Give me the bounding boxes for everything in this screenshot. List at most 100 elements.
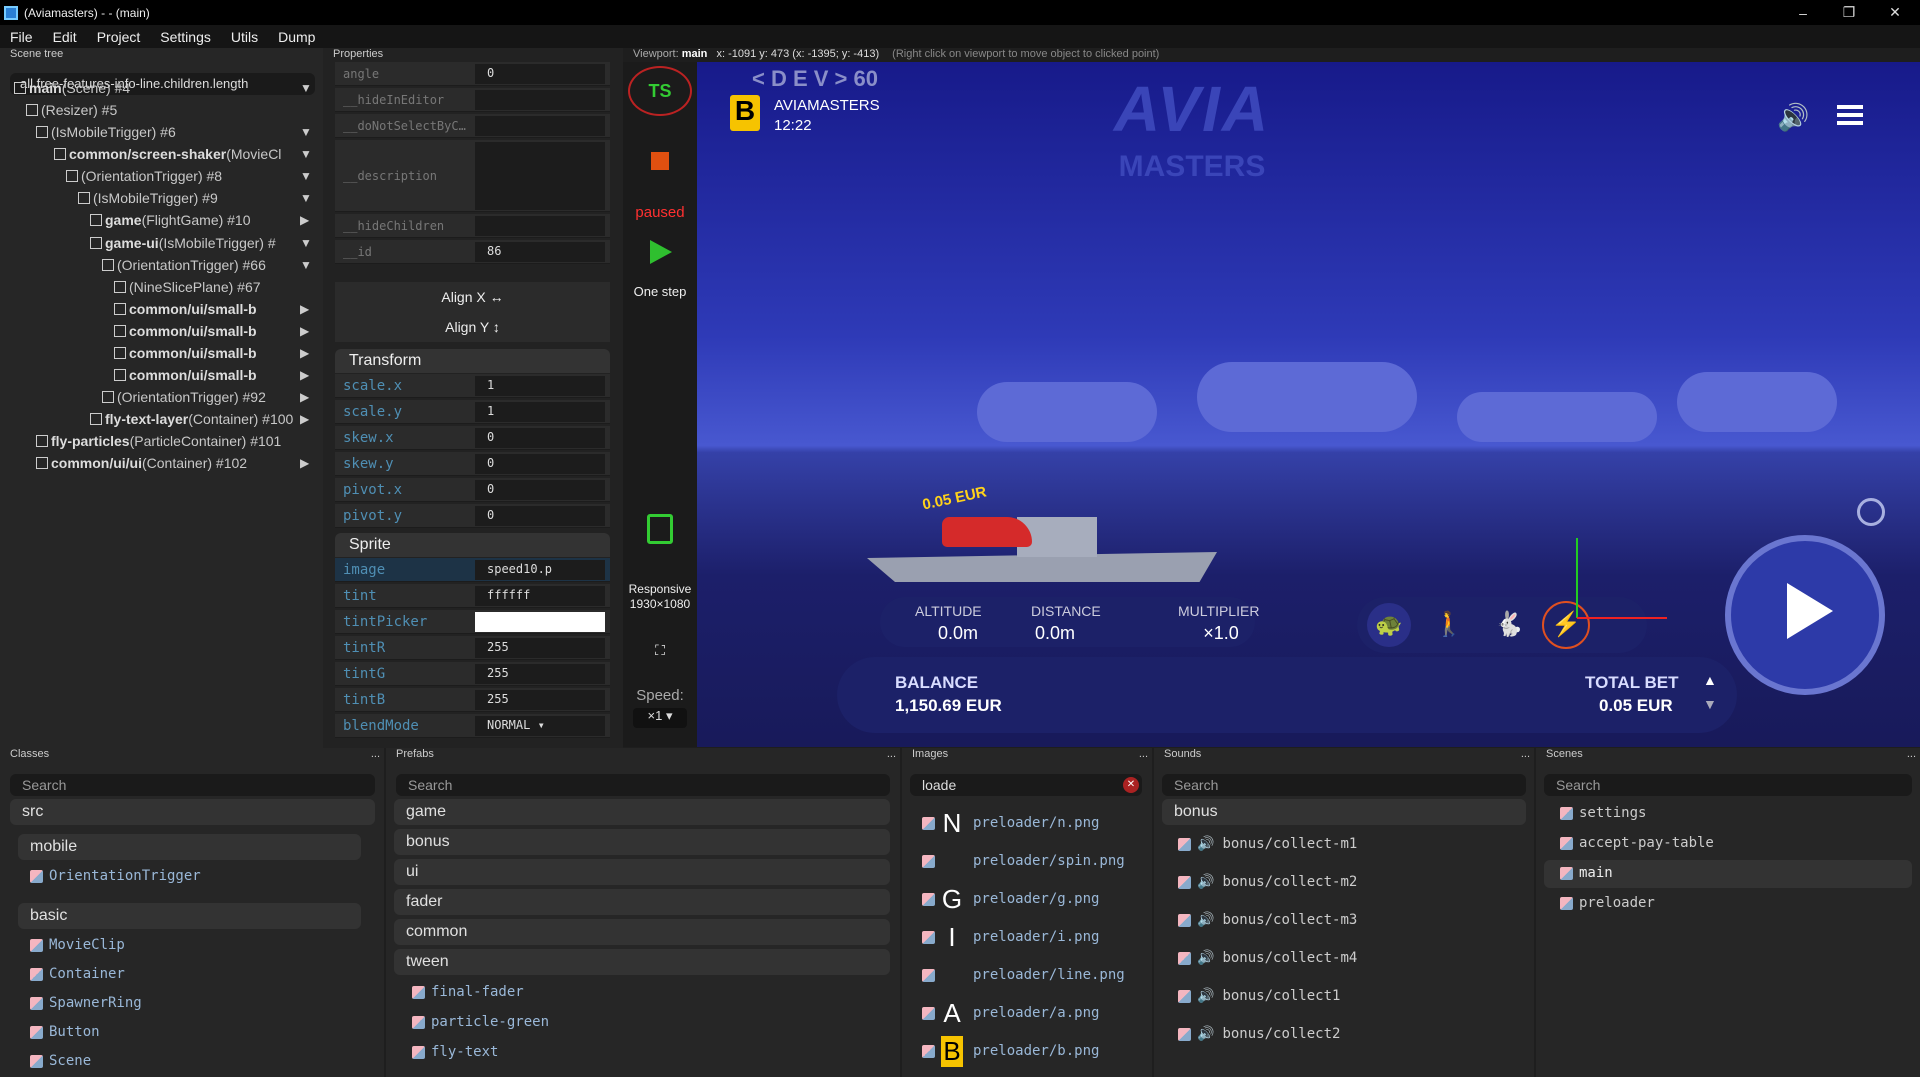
image-item[interactable]: preloader/spin.png bbox=[922, 846, 1125, 876]
scene-tree-node[interactable]: fly-text-layer (Container) #100 bbox=[90, 408, 293, 430]
images-search[interactable]: loade bbox=[910, 774, 1142, 796]
property-value-input[interactable] bbox=[475, 116, 605, 136]
scene-tree-node[interactable]: fly-particles (ParticleContainer) #101 bbox=[36, 430, 281, 452]
property-row[interactable]: skew.x 0 bbox=[335, 426, 610, 450]
speed-select[interactable]: ×1 ▾ bbox=[633, 708, 687, 728]
autoplay-icon[interactable] bbox=[1857, 498, 1885, 526]
scene-tree-node[interactable]: main (Scene) #4 bbox=[14, 77, 130, 99]
class-item[interactable]: MovieClip bbox=[30, 934, 125, 956]
gizmo-y-axis[interactable] bbox=[1576, 538, 1578, 618]
scene-tree-node[interactable]: (OrientationTrigger) #92 bbox=[102, 386, 266, 408]
property-value-input[interactable] bbox=[475, 142, 605, 210]
property-row[interactable]: image speed10.p bbox=[335, 558, 610, 582]
property-value-input[interactable]: 0 bbox=[475, 480, 605, 500]
scene-item[interactable]: settings bbox=[1560, 802, 1646, 824]
scene-item[interactable]: main bbox=[1560, 862, 1613, 884]
property-row[interactable]: __hideChildren bbox=[335, 214, 610, 238]
property-value-input[interactable] bbox=[475, 90, 605, 110]
sound-item[interactable]: 🔊 bonus/collect-m4 bbox=[1178, 947, 1357, 969]
rabbit-icon[interactable]: 🐇 bbox=[1487, 603, 1531, 647]
fullscreen-icon[interactable]: ⛶ bbox=[623, 642, 697, 659]
classes-search[interactable]: Search bbox=[10, 774, 375, 796]
sound-icon[interactable]: 🔊 bbox=[1777, 102, 1809, 133]
property-value-input[interactable]: NORMAL ▾ bbox=[475, 716, 605, 736]
scene-tree-node[interactable]: (Resizer) #5 bbox=[26, 99, 117, 121]
scene-tree-node[interactable]: game-ui (IsMobileTrigger) # bbox=[90, 232, 276, 254]
class-item[interactable]: Container bbox=[30, 963, 125, 985]
property-row[interactable]: __hideInEditor bbox=[335, 88, 610, 112]
classes-group-basic[interactable]: basic bbox=[18, 903, 361, 929]
prefab-group[interactable]: ui bbox=[394, 859, 890, 885]
scene-tree-node[interactable]: (OrientationTrigger) #8 bbox=[66, 165, 222, 187]
expand-toggle-icon[interactable]: ▶ bbox=[300, 213, 309, 227]
turtle-icon[interactable]: 🐢 bbox=[1367, 603, 1411, 647]
bet-down-icon[interactable]: ▼ bbox=[1703, 696, 1717, 712]
scene-tree-node[interactable]: common/ui/small-b bbox=[114, 298, 257, 320]
menu-dump[interactable]: Dump bbox=[268, 29, 325, 45]
property-value-input[interactable]: 255 bbox=[475, 638, 605, 658]
property-value-input[interactable]: 0 bbox=[475, 506, 605, 526]
scene-tree-node[interactable]: common/ui/small-b bbox=[114, 342, 257, 364]
bet-up-icon[interactable]: ▲ bbox=[1703, 672, 1717, 688]
transform-section-header[interactable]: Transform bbox=[335, 349, 610, 373]
prefab-item[interactable]: final-fader bbox=[412, 981, 524, 1003]
prefab-group[interactable]: common bbox=[394, 919, 890, 945]
property-row[interactable]: blendMode NORMAL ▾ bbox=[335, 714, 610, 738]
menu-settings[interactable]: Settings bbox=[150, 29, 221, 45]
property-value-input[interactable] bbox=[475, 612, 605, 632]
restore-button[interactable]: ❐ bbox=[1826, 0, 1872, 25]
expand-toggle-icon[interactable]: ▶ bbox=[300, 368, 309, 382]
scene-tree-node[interactable]: common/ui/small-b bbox=[114, 320, 257, 342]
class-item[interactable]: Scene bbox=[30, 1050, 91, 1072]
typescript-button[interactable]: TS bbox=[628, 66, 692, 116]
prefab-group[interactable]: tween bbox=[394, 949, 890, 975]
image-item[interactable]: Bpreloader/b.png bbox=[922, 1035, 1099, 1067]
property-row[interactable]: __description bbox=[335, 140, 610, 212]
image-item[interactable]: Gpreloader/g.png bbox=[922, 884, 1099, 914]
property-row[interactable]: tintPicker bbox=[335, 610, 610, 634]
responsive-icon[interactable] bbox=[647, 514, 673, 544]
play-button[interactable] bbox=[650, 240, 672, 264]
align-y-button[interactable]: Align Y ↕ bbox=[335, 312, 610, 342]
class-item[interactable]: Button bbox=[30, 1021, 100, 1043]
prefab-group[interactable]: bonus bbox=[394, 829, 890, 855]
sound-item[interactable]: 🔊 bonus/collect-m2 bbox=[1178, 871, 1357, 893]
prefab-item[interactable]: particle-green bbox=[412, 1011, 549, 1033]
scene-tree-node[interactable]: common/ui/small-b bbox=[114, 364, 257, 386]
sprite-section-header[interactable]: Sprite bbox=[335, 533, 610, 557]
align-x-button[interactable]: Align X ↔ bbox=[335, 282, 610, 312]
classes-group-src[interactable]: src bbox=[10, 799, 375, 825]
property-row[interactable]: tintG 255 bbox=[335, 662, 610, 686]
image-item[interactable]: Apreloader/a.png bbox=[922, 998, 1099, 1028]
property-value-input[interactable]: 0 bbox=[475, 428, 605, 448]
scenes-search[interactable]: Search bbox=[1544, 774, 1912, 796]
property-value-input[interactable] bbox=[475, 216, 605, 236]
expand-toggle-icon[interactable]: ▼ bbox=[300, 236, 312, 250]
scene-tree-node[interactable]: game (FlightGame) #10 bbox=[90, 209, 251, 231]
class-item[interactable]: OrientationTrigger bbox=[30, 865, 201, 887]
minimize-button[interactable]: – bbox=[1780, 0, 1826, 25]
property-value-input[interactable]: 255 bbox=[475, 664, 605, 684]
expand-toggle-icon[interactable]: ▶ bbox=[300, 412, 309, 426]
property-row[interactable]: __id 86 bbox=[335, 240, 610, 264]
sound-group-bonus[interactable]: bonus bbox=[1162, 799, 1526, 825]
property-value-input[interactable]: 255 bbox=[475, 690, 605, 710]
property-value-input[interactable]: 1 bbox=[475, 376, 605, 396]
prefab-group[interactable]: fader bbox=[394, 889, 890, 915]
expand-toggle-icon[interactable]: ▶ bbox=[300, 346, 309, 360]
expand-toggle-icon[interactable]: ▶ bbox=[300, 324, 309, 338]
expand-toggle-icon[interactable]: ▼ bbox=[300, 147, 312, 161]
menu-project[interactable]: Project bbox=[87, 29, 151, 45]
scene-tree-node[interactable]: (NineSlicePlane) #67 bbox=[114, 276, 261, 298]
one-step-button[interactable]: One step bbox=[627, 284, 693, 299]
game-viewport[interactable]: AVIA MASTERS < D E V > 60 B AVIAMASTERS … bbox=[697, 62, 1920, 747]
menu-icon[interactable] bbox=[1837, 105, 1863, 125]
lightning-icon[interactable]: ⚡ bbox=[1542, 601, 1590, 649]
expand-toggle-icon[interactable]: ▶ bbox=[300, 456, 309, 470]
image-item[interactable]: Ipreloader/i.png bbox=[922, 922, 1099, 952]
scene-item[interactable]: preloader bbox=[1560, 892, 1655, 914]
property-row[interactable]: pivot.y 0 bbox=[335, 504, 610, 528]
expand-toggle-icon[interactable]: ▼ bbox=[300, 125, 312, 139]
sound-item[interactable]: 🔊 bonus/collect1 bbox=[1178, 985, 1340, 1007]
property-row[interactable]: scale.y 1 bbox=[335, 400, 610, 424]
